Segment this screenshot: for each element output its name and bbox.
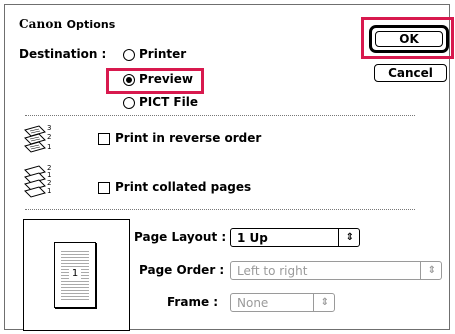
page-order-label: Page Order :: [139, 263, 225, 277]
collated-label[interactable]: Print collated pages: [115, 180, 251, 194]
printer-radio-label[interactable]: Printer: [139, 47, 186, 61]
destination-label: Destination :: [19, 47, 107, 61]
updown-arrows-icon: ⇕: [320, 297, 329, 308]
reverse-icon-num-2: 2: [47, 133, 51, 141]
preview-radio[interactable]: [123, 74, 135, 86]
collated-pages-icon: 2 1 2 1: [24, 164, 51, 198]
ok-button-default-ring: OK: [369, 25, 449, 53]
pict-file-radio[interactable]: [123, 97, 135, 109]
preview-radio-label[interactable]: Preview: [139, 72, 193, 86]
reverse-icon-num-1: 1: [47, 143, 51, 151]
reverse-order-label[interactable]: Print in reverse order: [115, 131, 261, 145]
reverse-order-pages-icon: 3 2 1: [24, 124, 51, 153]
brand-name: Canon: [19, 17, 63, 31]
title-text: Options: [66, 18, 116, 31]
select-divider: [313, 294, 314, 311]
layout-preview-box: 1: [23, 219, 130, 331]
collated-icon-num-d: 1: [47, 187, 51, 195]
reverse-icon-num-3: 3: [47, 124, 51, 132]
page-layout-value: 1 Up: [237, 231, 268, 245]
frame-label: Frame :: [167, 295, 219, 309]
printer-radio[interactable]: [123, 49, 135, 61]
page-thumbnail: 1: [54, 242, 96, 308]
page-number: 1: [69, 267, 81, 281]
pict-file-radio-label[interactable]: PICT File: [139, 95, 198, 109]
collated-icon-num-c: 2: [47, 179, 51, 187]
select-divider: [338, 229, 339, 246]
page-layout-label: Page Layout :: [134, 230, 227, 244]
reverse-order-checkbox[interactable]: [98, 133, 110, 145]
frame-select[interactable]: None ⇕: [230, 293, 335, 312]
separator: [25, 115, 415, 116]
separator: [25, 209, 415, 210]
cancel-button[interactable]: Cancel: [374, 64, 447, 82]
collated-checkbox[interactable]: [98, 182, 110, 194]
frame-value: None: [237, 296, 269, 310]
ok-button[interactable]: OK: [375, 31, 443, 47]
page-layout-select[interactable]: 1 Up ⇕: [230, 228, 360, 247]
updown-arrows-icon: ⇕: [345, 232, 354, 243]
canon-options-dialog: Canon Options OK Cancel Destination : Pr…: [4, 4, 454, 331]
page-order-value: Left to right: [237, 264, 308, 278]
collated-icon-num-b: 1: [47, 171, 51, 179]
page-order-select[interactable]: Left to right ⇕: [230, 261, 442, 280]
updown-arrows-icon: ⇕: [427, 265, 436, 276]
select-divider: [420, 262, 421, 279]
dialog-title: Canon Options: [19, 17, 115, 31]
